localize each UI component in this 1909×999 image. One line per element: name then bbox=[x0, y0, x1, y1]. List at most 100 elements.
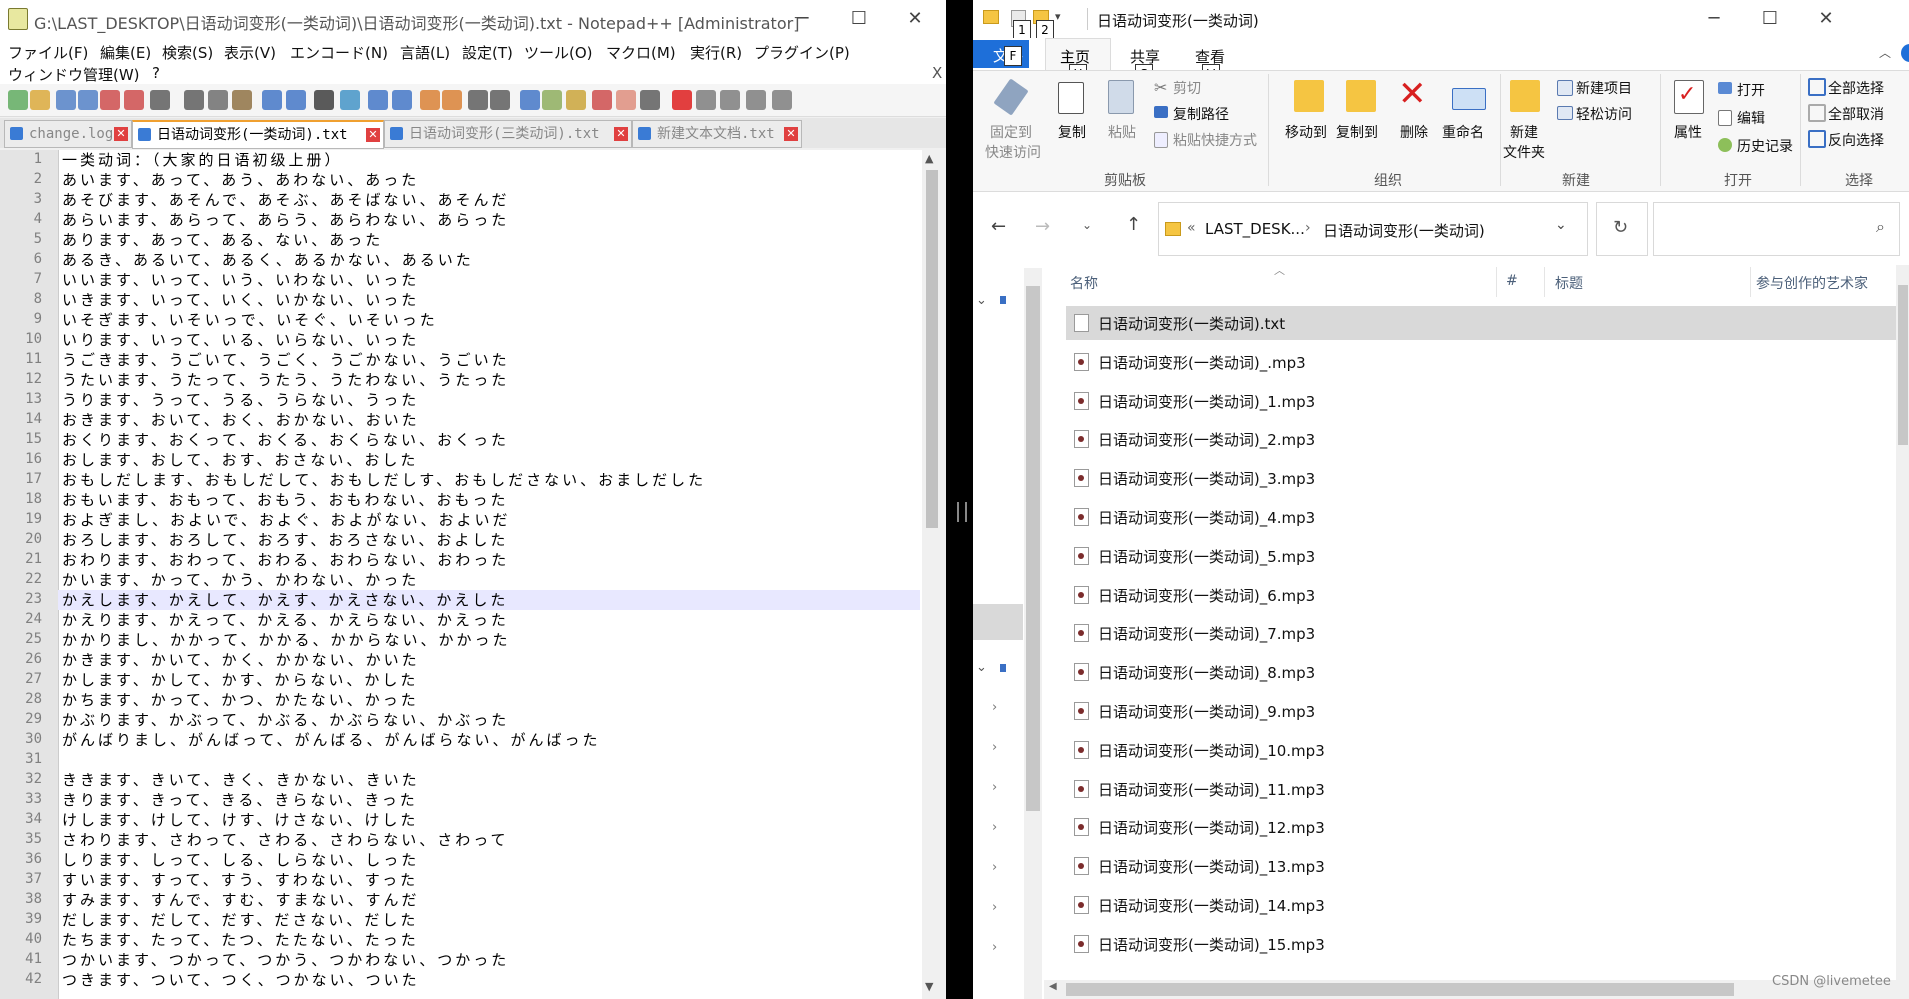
tab-close-icon[interactable]: ✕ bbox=[614, 127, 628, 141]
tab-close-icon[interactable]: ✕ bbox=[114, 127, 128, 141]
save-all-icon[interactable] bbox=[78, 90, 98, 110]
code-line[interactable]: おきます、おいて、おく、おかない、おいた bbox=[62, 409, 420, 430]
code-line[interactable]: つきます、ついて、つく、つかない、ついた bbox=[62, 969, 420, 990]
open-file-icon[interactable] bbox=[30, 90, 50, 110]
file-tab[interactable]: 日语动词变形(一类动词).txt ✕ bbox=[132, 120, 384, 149]
npp-titlebar[interactable]: G:\LAST_DESKTOP\日语动词变形(一类动词)\日语动词变形(一类动词… bbox=[0, 0, 946, 38]
properties-button[interactable]: 属性 bbox=[1674, 122, 1702, 142]
column-number[interactable]: # bbox=[1506, 273, 1518, 289]
rename-button[interactable]: 重命名 bbox=[1442, 122, 1484, 142]
code-line[interactable]: しります、しって、しる、しらない、しった bbox=[62, 849, 419, 870]
help-icon[interactable] bbox=[1901, 44, 1909, 62]
code-line[interactable]: おします、おして、おす、おさない、おした bbox=[62, 449, 418, 470]
explorer-titlebar[interactable]: 1 2 ▾ 日语动词变形(一类动词) ─ ☐ ✕ bbox=[973, 0, 1909, 40]
code-line[interactable]: たちます、たって、たつ、たたない、たった bbox=[62, 929, 419, 950]
move-to-button[interactable]: 移动到 bbox=[1285, 122, 1327, 142]
code-line[interactable]: あります、あって、ある、ない、あった bbox=[62, 229, 383, 250]
column-divider[interactable] bbox=[1496, 267, 1497, 297]
window-splitter[interactable] bbox=[946, 0, 973, 999]
menu-item[interactable]: ファイル(F) bbox=[8, 42, 88, 63]
replace-icon[interactable] bbox=[340, 90, 360, 110]
word-wrap-icon[interactable] bbox=[468, 90, 488, 110]
code-line[interactable]: ききます、きいて、きく、きかない、きいた bbox=[62, 769, 420, 790]
menu-close-button[interactable]: X bbox=[932, 64, 942, 82]
file-row[interactable]: 日语动词变形(一类动词)_8.mp3 bbox=[1066, 655, 1896, 689]
address-overflow[interactable]: « bbox=[1187, 220, 1196, 236]
code-line[interactable]: おもしだします、おもしだして、おもしだしす、おもしださない、おましだした bbox=[62, 469, 706, 490]
column-name[interactable]: 名称 bbox=[1070, 273, 1098, 293]
file-row[interactable]: 日语动词变形(一类动词)_3.mp3 bbox=[1066, 461, 1896, 495]
paste-icon[interactable] bbox=[232, 90, 252, 110]
splitter-grip-icon[interactable] bbox=[957, 502, 967, 522]
code-line[interactable]: いいます、いって、いう、いわない、いった bbox=[62, 269, 419, 290]
file-tab[interactable]: change.log ✕ bbox=[4, 120, 132, 148]
code-line[interactable]: おろします、おろして、おろす、おろさない、およした bbox=[62, 529, 508, 550]
menu-item[interactable]: 検索(S) bbox=[162, 42, 213, 63]
code-line[interactable]: かぶります、かぶって、かぶる、かぶらない、かぶった bbox=[62, 709, 509, 730]
menu-item[interactable]: 編集(E) bbox=[100, 42, 151, 63]
invert-selection-button[interactable]: 反向选择 bbox=[1828, 130, 1884, 150]
nav-item-icon[interactable] bbox=[1000, 664, 1006, 672]
cut-button[interactable]: 剪切 bbox=[1173, 78, 1201, 98]
menu-item[interactable]: エンコード(N) bbox=[290, 42, 388, 63]
file-row[interactable]: 日语动词变形(一类动词)_11.mp3 bbox=[1066, 772, 1896, 806]
scroll-down-icon[interactable]: ▼ bbox=[925, 980, 933, 993]
code-line[interactable]: いります、いって、いる、いらない、いった bbox=[62, 329, 419, 350]
copy-icon[interactable] bbox=[208, 90, 228, 110]
explorer-maximize-button[interactable]: ☐ bbox=[1742, 0, 1798, 38]
column-title[interactable]: 标题 bbox=[1555, 273, 1583, 293]
copy-button[interactable]: 复制 bbox=[1058, 122, 1086, 142]
code-line[interactable]: つかいます、つかって、つかう、つかわない、つかった bbox=[62, 949, 509, 970]
code-line[interactable]: かします、かして、かす、からない、かした bbox=[62, 669, 418, 690]
zoom-out-icon[interactable] bbox=[392, 90, 412, 110]
pin-quick-access-label[interactable]: 固定到 bbox=[990, 122, 1032, 142]
up-arrow-icon[interactable]: ↑ bbox=[1126, 214, 1141, 235]
open-button[interactable]: 打开 bbox=[1737, 80, 1765, 100]
function-list-icon[interactable] bbox=[592, 90, 612, 110]
code-line[interactable]: かえります、かえって、かえる、かえらない、かえった bbox=[62, 609, 509, 630]
file-row[interactable]: 日语动词变形(一类动词)_4.mp3 bbox=[1066, 500, 1896, 534]
zoom-in-icon[interactable] bbox=[368, 90, 388, 110]
cut-icon[interactable] bbox=[184, 90, 204, 110]
code-line[interactable]: がんばりまし、がんばって、がんばる、がんばらない、がんばった bbox=[62, 729, 601, 750]
show-all-chars-icon[interactable] bbox=[490, 90, 510, 110]
paste-button[interactable]: 粘贴 bbox=[1108, 122, 1136, 142]
select-none-button[interactable]: 全部取消 bbox=[1828, 104, 1884, 124]
file-row[interactable]: 日语动词变形(一类动词)_7.mp3 bbox=[1066, 616, 1896, 650]
nav-chevron-icon[interactable]: › bbox=[992, 860, 997, 875]
file-row[interactable]: 日语动词变形(一类动词)_9.mp3 bbox=[1066, 694, 1896, 728]
menu-item[interactable]: 表示(V) bbox=[224, 42, 276, 63]
code-line[interactable]: うります、うって、うる、うらない、うった bbox=[62, 389, 419, 410]
nav-chevron-icon[interactable]: › bbox=[992, 700, 997, 715]
code-line[interactable]: さわります、さわって、さわる、さわらない、さわって bbox=[62, 829, 509, 850]
address-bar[interactable]: « LAST_DESK... › 日语动词变形(一类动词) ⌄ bbox=[1158, 202, 1588, 256]
file-row[interactable]: 日语动词变形(一类动词)_5.mp3 bbox=[1066, 539, 1896, 573]
close-button[interactable]: ✕ bbox=[887, 0, 943, 38]
column-divider[interactable] bbox=[1544, 267, 1545, 297]
code-line[interactable]: あらいます、あらって、あらう、あらわない、あらった bbox=[62, 209, 509, 230]
maximize-button[interactable]: ☐ bbox=[831, 0, 887, 38]
menu-item[interactable]: 設定(T) bbox=[462, 42, 513, 63]
nav-chevron-icon[interactable]: › bbox=[992, 940, 997, 955]
code-line[interactable]: かかりまし、かかって、かかる、かからない、かかった bbox=[62, 629, 511, 650]
search-box[interactable]: ⌕ bbox=[1653, 202, 1900, 256]
code-line[interactable]: いそぎます、いそいっで、いそぐ、いそいった bbox=[62, 309, 438, 330]
new-item-button[interactable]: 新建项目 bbox=[1576, 78, 1632, 98]
new-folder-button-2[interactable]: 文件夹 bbox=[1503, 142, 1545, 162]
explorer-close-button[interactable]: ✕ bbox=[1798, 0, 1854, 38]
file-row[interactable]: 日语动词变形(一类动词)_14.mp3 bbox=[1066, 888, 1896, 922]
file-list-scroll-thumb[interactable] bbox=[1898, 285, 1908, 445]
file-tab[interactable]: 文件 F bbox=[973, 40, 1029, 68]
code-line[interactable]: きります、きって、きる、きらない、きった bbox=[62, 789, 418, 810]
code-line[interactable]: すいます、すって、すう、すわない、すった bbox=[62, 869, 418, 890]
column-divider[interactable] bbox=[1750, 267, 1751, 297]
nav-chevron-icon[interactable]: › bbox=[992, 740, 997, 755]
print-icon[interactable] bbox=[150, 90, 170, 110]
address-dropdown-icon[interactable]: ⌄ bbox=[1555, 217, 1567, 233]
select-all-button[interactable]: 全部选择 bbox=[1828, 78, 1884, 98]
nav-item-icon[interactable] bbox=[1000, 296, 1006, 304]
breadcrumb-current-folder[interactable]: 日语动词变形(一类动词) bbox=[1323, 220, 1485, 241]
code-line[interactable]: 一类动词：（大家的日语初级上册） bbox=[62, 149, 343, 170]
run-macro-icon[interactable] bbox=[746, 90, 766, 110]
history-button[interactable]: 历史记录 bbox=[1737, 136, 1793, 156]
